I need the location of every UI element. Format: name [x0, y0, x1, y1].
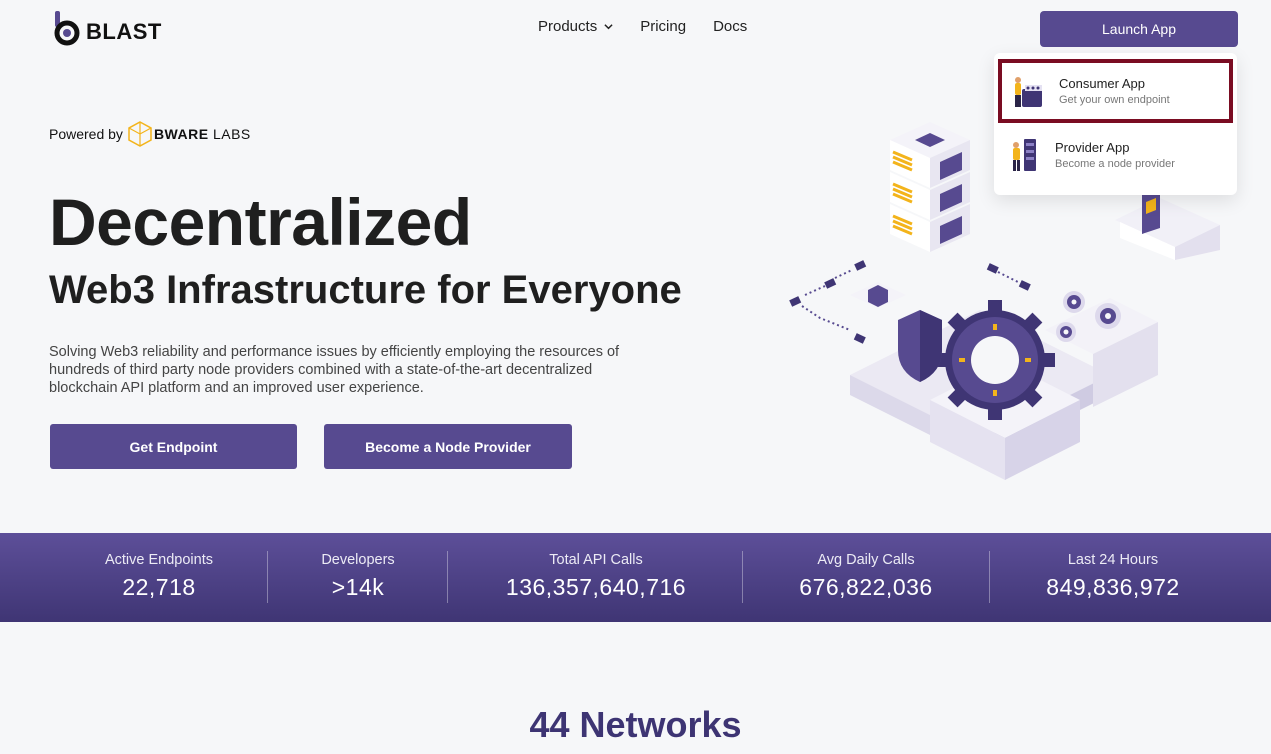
provider-app-title: Provider App [1055, 140, 1130, 155]
bware-cube-icon [128, 121, 152, 147]
powered-by: Powered by BWARE LABS [49, 121, 251, 147]
stat-label: Active Endpoints [104, 552, 213, 568]
logo-text: BLAST [86, 19, 162, 44]
consumer-app-title: Consumer App [1059, 76, 1145, 91]
stat-value: 22,718 [122, 574, 196, 600]
stat-divider [447, 551, 448, 603]
powered-by-label: Powered by [49, 126, 123, 142]
networks-heading: 44 Networks [529, 704, 742, 745]
bware-light-text: LABS [212, 126, 251, 142]
stat-value: >14k [331, 574, 385, 600]
nav-products[interactable]: Products [538, 18, 613, 35]
get-endpoint-button[interactable]: Get Endpoint [50, 424, 297, 469]
provider-app-subtitle: Become a node provider [1055, 158, 1175, 170]
stat-value: 136,357,640,716 [505, 574, 687, 600]
hero-title: Decentralized [49, 185, 472, 259]
stat-value: 849,836,972 [1046, 574, 1180, 600]
provider-server-icon [1013, 139, 1036, 171]
blast-logo-icon [54, 11, 80, 46]
hero-subtitle: Web3 Infrastructure for Everyone [49, 268, 682, 312]
stat-active-endpoints: Active Endpoints 22,718 [79, 533, 239, 622]
nav-products-label: Products [538, 18, 598, 35]
launch-app-button[interactable]: Launch App [1040, 11, 1238, 47]
stat-divider [742, 551, 743, 603]
stats-bar: Active Endpoints 22,718 Developers >14k … [0, 533, 1271, 622]
blast-logo[interactable]: BLAST [53, 11, 162, 47]
stat-label: Avg Daily Calls [817, 552, 915, 568]
stat-label: Developers [321, 552, 395, 568]
consumer-app-subtitle: Get your own endpoint [1059, 94, 1170, 106]
consumer-person-icon [1015, 77, 1042, 107]
stat-avg-daily-calls: Avg Daily Calls 676,822,036 [766, 533, 966, 622]
bware-labs-text: BWARE LABS [154, 126, 251, 142]
stat-developers: Developers >14k [278, 533, 438, 622]
nav-docs[interactable]: Docs [713, 18, 747, 35]
stat-divider [989, 551, 990, 603]
bware-labs-logo[interactable]: BWARE LABS [128, 121, 251, 147]
stat-divider [267, 551, 268, 603]
stat-label: Last 24 Hours [1067, 552, 1159, 568]
stat-label: Total API Calls [549, 552, 643, 568]
launch-app-dropdown: Consumer App Get your own endpoint Provi… [994, 53, 1237, 195]
stat-last-24-hours: Last 24 Hours 849,836,972 [1013, 533, 1213, 622]
nav-pricing[interactable]: Pricing [640, 18, 686, 35]
dropdown-item-provider-app[interactable]: Provider App Become a node provider [998, 123, 1233, 187]
stat-value: 676,822,036 [799, 574, 933, 600]
dropdown-item-consumer-app[interactable]: Consumer App Get your own endpoint [998, 59, 1233, 123]
become-node-provider-button[interactable]: Become a Node Provider [324, 424, 572, 469]
main-nav: Products Pricing Docs [538, 18, 747, 35]
chevron-down-icon [604, 24, 613, 30]
bware-bold-text: BWARE [153, 126, 209, 142]
hero-description: Solving Web3 reliability and performance… [49, 344, 620, 396]
stat-total-api-calls: Total API Calls 136,357,640,716 [476, 533, 716, 622]
